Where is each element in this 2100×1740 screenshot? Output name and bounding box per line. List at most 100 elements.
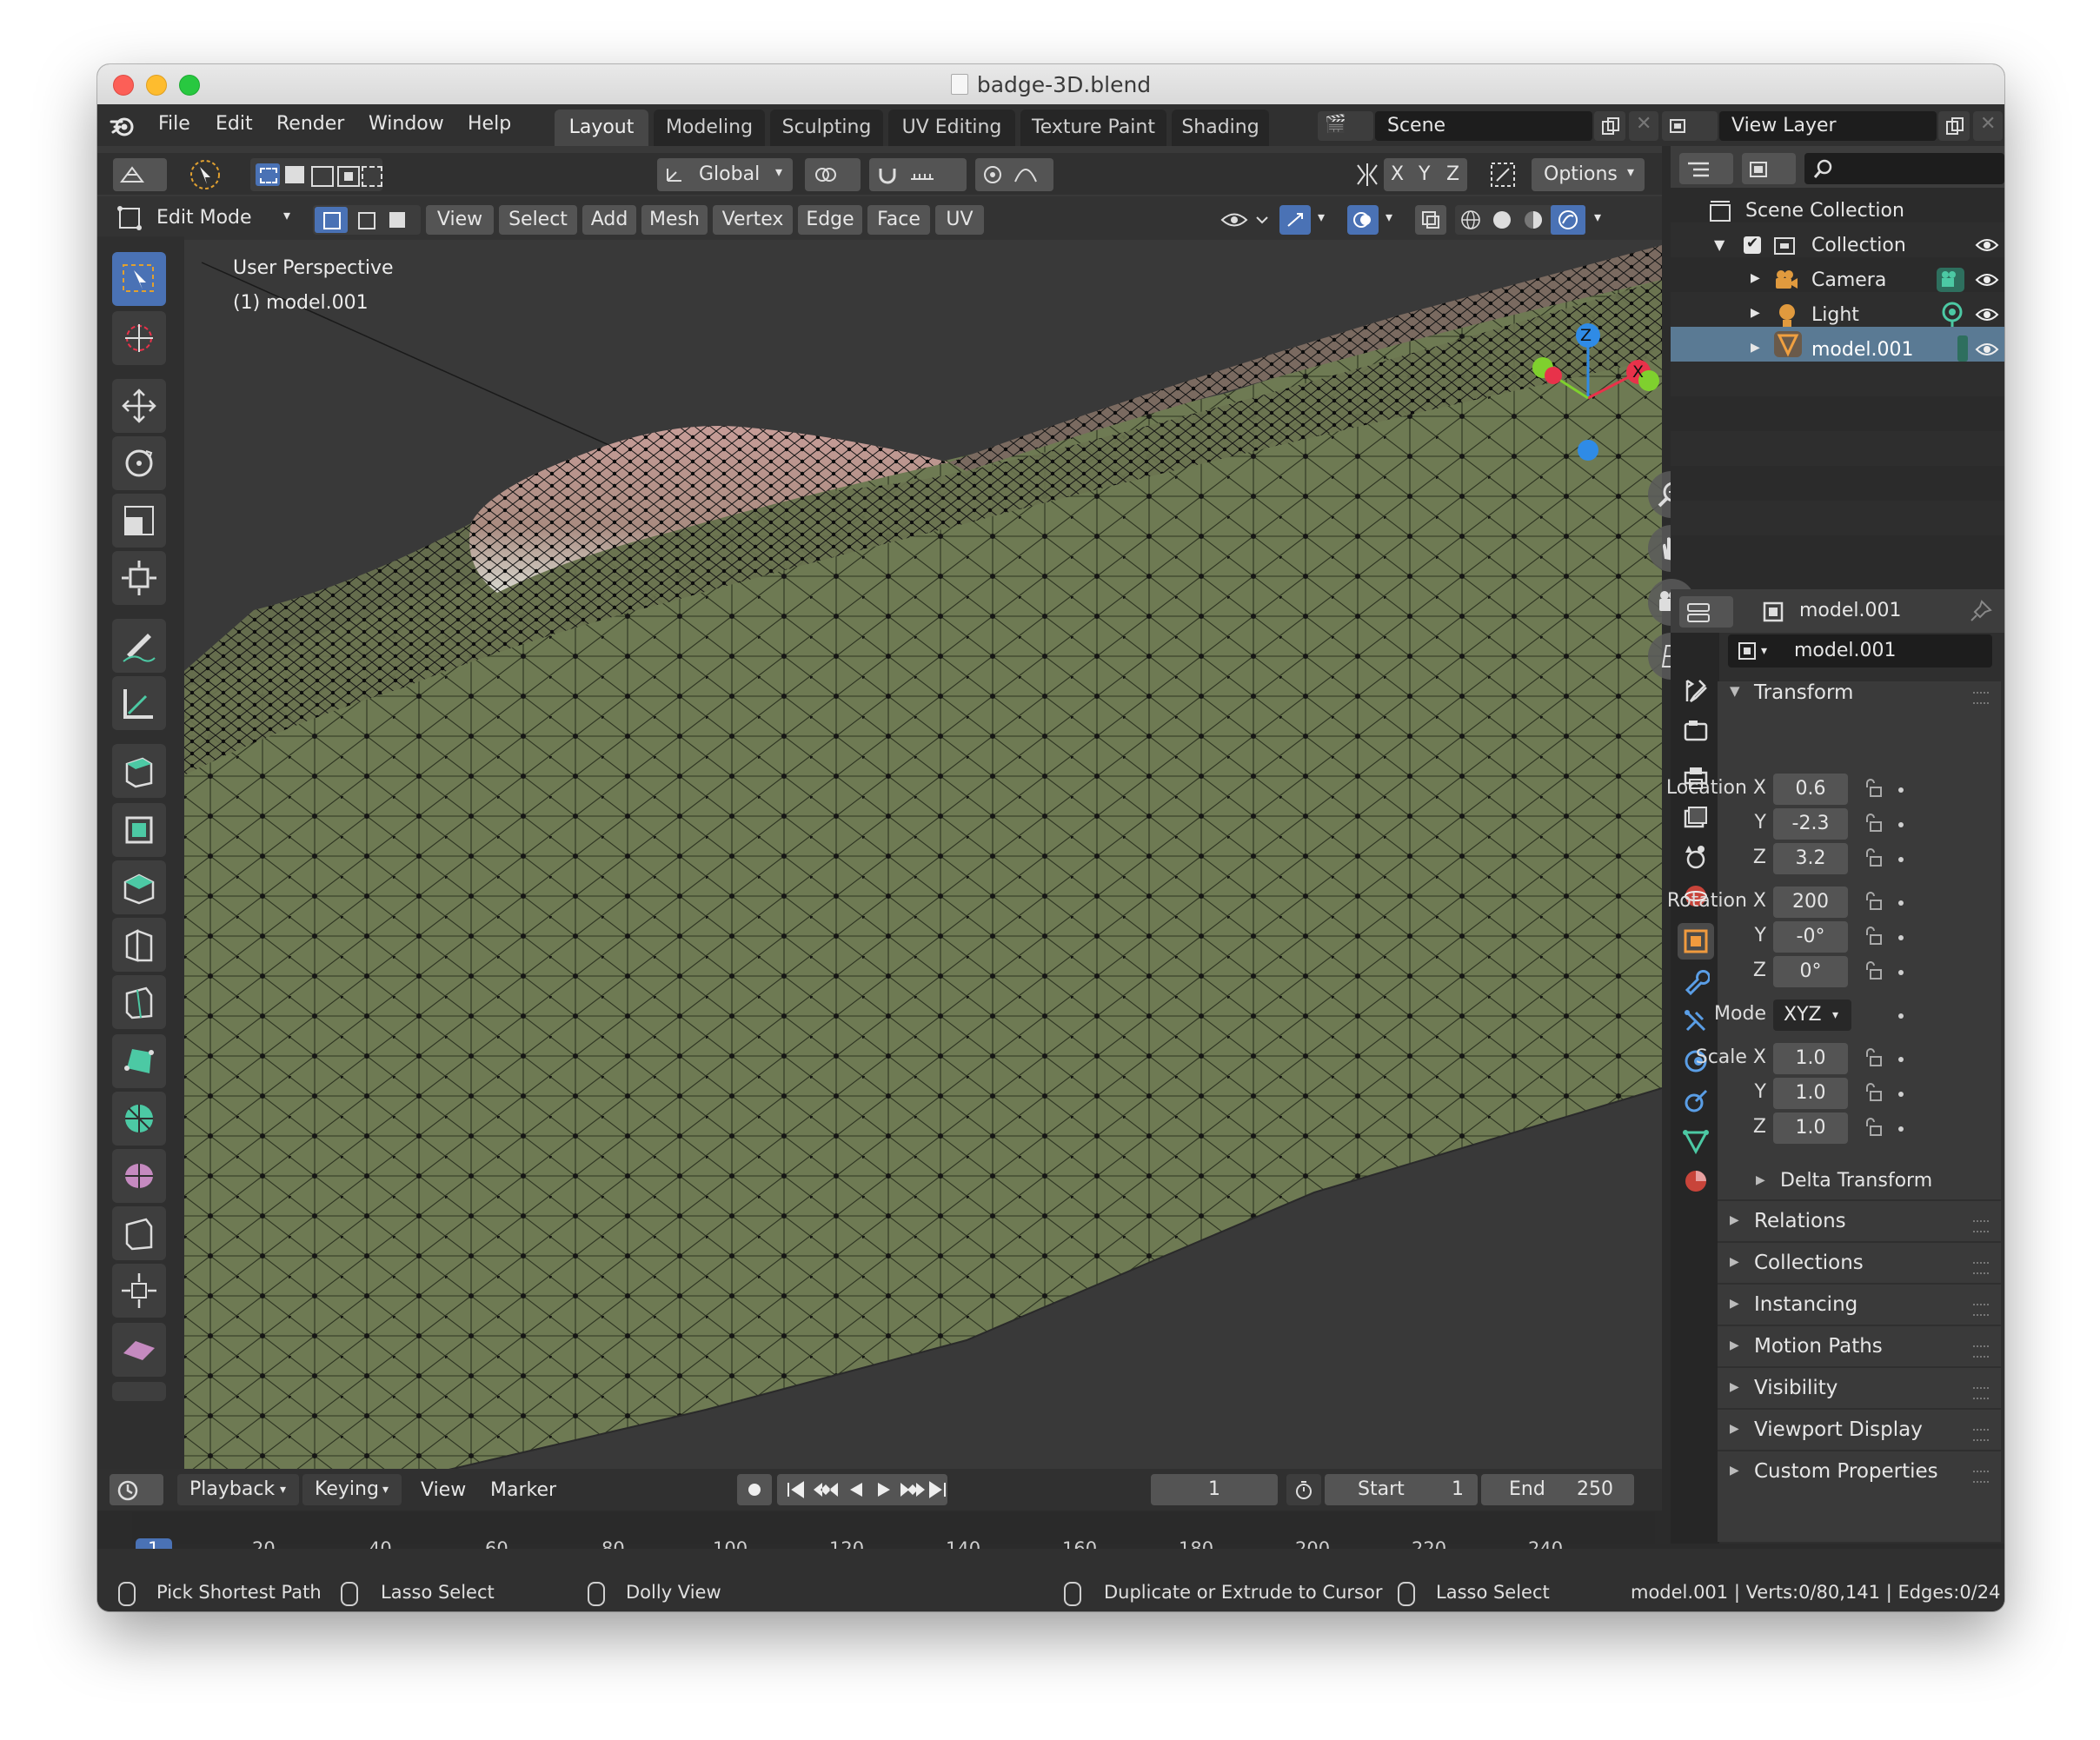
menu-window[interactable]: Window	[369, 113, 444, 135]
outliner-item-camera[interactable]: Camera	[1811, 269, 1886, 291]
chevron-down-icon[interactable]: ▾	[1318, 209, 1325, 225]
solid-shading-icon[interactable]	[1492, 209, 1512, 230]
jump-end-icon[interactable]	[928, 1481, 947, 1498]
lock-icon[interactable]	[1864, 926, 1883, 946]
menu-mesh[interactable]: Mesh	[641, 205, 708, 235]
rotation-mode-dropdown[interactable]: XYZ ▾	[1773, 1000, 1851, 1031]
play-icon[interactable]	[874, 1481, 894, 1498]
tab-texture-paint[interactable]: Texture Paint	[1020, 110, 1166, 146]
tab-tool-settings[interactable]	[1678, 673, 1714, 709]
visibility-panel-header[interactable]: Visibility	[1754, 1377, 1838, 1399]
next-keyframe-icon[interactable]	[899, 1481, 927, 1498]
keying-menu[interactable]: Keying ▾	[302, 1474, 402, 1505]
light-data-icon[interactable]	[1938, 301, 1966, 329]
snap-increment-icon[interactable]	[909, 165, 935, 184]
panel-drag-handle[interactable]	[1973, 1387, 1989, 1399]
rotate-tool[interactable]	[112, 436, 166, 490]
tab-render[interactable]	[1678, 713, 1714, 749]
add-cube-tool[interactable]	[112, 744, 166, 798]
lock-icon[interactable]	[1864, 848, 1883, 867]
gizmo-toggle[interactable]	[1279, 205, 1311, 235]
face-select-icon[interactable]	[389, 212, 405, 228]
outliner-item-collection[interactable]: Collection	[1811, 235, 1906, 256]
start-frame-field[interactable]: Start 1	[1325, 1474, 1478, 1505]
selection-mode-group[interactable]	[250, 158, 382, 191]
visibility-dropdown[interactable]	[1219, 207, 1271, 233]
shading-mode-group[interactable]	[1455, 205, 1585, 235]
snapping-group[interactable]	[869, 158, 967, 191]
view-layer-selector-button[interactable]	[1662, 111, 1718, 141]
tab-layout[interactable]: Layout	[555, 110, 648, 146]
lock-icon[interactable]	[1864, 1083, 1883, 1102]
expand-triangle-icon[interactable]: ▶	[1756, 1173, 1765, 1187]
keyframe-dot[interactable]	[1898, 787, 1904, 793]
playback-controls[interactable]	[777, 1474, 947, 1505]
record-button[interactable]	[737, 1474, 772, 1505]
scale-x-field[interactable]: 1.0	[1773, 1043, 1848, 1074]
mirror-z-toggle[interactable]: Z	[1446, 163, 1459, 185]
tab-shading[interactable]: Shading	[1172, 110, 1269, 146]
keyframe-dot[interactable]	[1898, 1126, 1904, 1132]
xray-toggle[interactable]	[1415, 205, 1446, 235]
panel-drag-handle[interactable]	[1973, 1345, 1989, 1358]
jump-start-icon[interactable]	[786, 1481, 805, 1498]
location-z-field[interactable]: 3.2	[1773, 843, 1848, 874]
object-name-field[interactable]: ▾ model.001	[1728, 634, 1992, 667]
panel-drag-handle[interactable]	[1973, 1262, 1989, 1274]
keyframe-dot[interactable]	[1898, 970, 1904, 975]
scale-tool[interactable]	[112, 494, 166, 548]
intersect-selection-icon[interactable]	[362, 166, 382, 187]
edge-select-icon[interactable]	[358, 212, 375, 229]
view-layer-name-field[interactable]: View Layer	[1719, 111, 1937, 141]
end-frame-field[interactable]: End 250	[1481, 1474, 1634, 1505]
menu-file[interactable]: File	[158, 113, 190, 135]
timeline-menu-view[interactable]: View	[421, 1479, 466, 1501]
mesh-view[interactable]	[184, 236, 1662, 1512]
rotation-x-field[interactable]: 200	[1773, 887, 1848, 918]
magnet-icon[interactable]	[876, 165, 899, 184]
rotation-z-field[interactable]: 0°	[1773, 956, 1848, 987]
overlays-toggle[interactable]	[1347, 205, 1379, 235]
edge-slide-tool[interactable]	[112, 1206, 166, 1260]
cursor-tool[interactable]	[112, 311, 166, 365]
new-view-layer-button[interactable]	[1938, 111, 1970, 141]
mirror-y-toggle[interactable]: Y	[1419, 163, 1430, 185]
playback-menu[interactable]: Playback ▾	[177, 1474, 299, 1505]
inset-tool[interactable]	[112, 860, 166, 914]
measure-tool[interactable]	[112, 676, 166, 730]
pin-icon[interactable]	[1970, 600, 1992, 622]
vertex-select-icon[interactable]	[315, 207, 348, 233]
expand-triangle-icon[interactable]: ▶	[1751, 341, 1760, 355]
keyframe-dot[interactable]	[1898, 1057, 1904, 1062]
editor-type-button[interactable]	[113, 158, 167, 191]
mesh-data-icon[interactable]	[1957, 335, 1968, 362]
annotate-tool[interactable]	[112, 619, 166, 673]
eye-icon[interactable]	[1975, 271, 1999, 289]
new-scene-button[interactable]	[1594, 111, 1625, 141]
blender-logo-icon[interactable]	[110, 113, 136, 139]
smooth-tool[interactable]	[112, 1149, 166, 1203]
mirror-icon[interactable]	[1352, 160, 1382, 189]
outliner-item-model[interactable]: model.001	[1811, 339, 1914, 361]
chevron-down-icon[interactable]: ▾	[1386, 209, 1392, 225]
select-mode-group[interactable]	[313, 205, 421, 235]
camera-data-icon[interactable]	[1935, 266, 1966, 294]
lock-icon[interactable]	[1864, 1048, 1883, 1067]
delta-transform-subpanel[interactable]: Delta Transform	[1780, 1170, 1932, 1192]
use-preview-range-toggle[interactable]	[1286, 1474, 1321, 1505]
menu-select[interactable]: Select	[499, 205, 577, 235]
scene-selector-button[interactable]: 🎬	[1318, 111, 1373, 141]
play-reverse-icon[interactable]	[847, 1481, 866, 1498]
extend-selection-icon[interactable]	[285, 166, 304, 183]
menu-view[interactable]: View	[426, 205, 494, 235]
expand-triangle-icon[interactable]: ▶	[1730, 1213, 1739, 1227]
tweak-tool-icon[interactable]	[184, 156, 226, 193]
select-box-tool[interactable]	[112, 252, 166, 306]
mirror-axes-group[interactable]: X Y Z	[1384, 158, 1467, 191]
keyframe-dot[interactable]	[1898, 1092, 1904, 1097]
pivot-point-dropdown[interactable]	[805, 158, 861, 191]
loop-cut-tool[interactable]	[112, 975, 166, 1029]
tab-modeling[interactable]: Modeling	[654, 110, 765, 146]
proportional-editing-icon[interactable]	[982, 164, 1003, 185]
location-y-field[interactable]: -2.3	[1773, 808, 1848, 840]
